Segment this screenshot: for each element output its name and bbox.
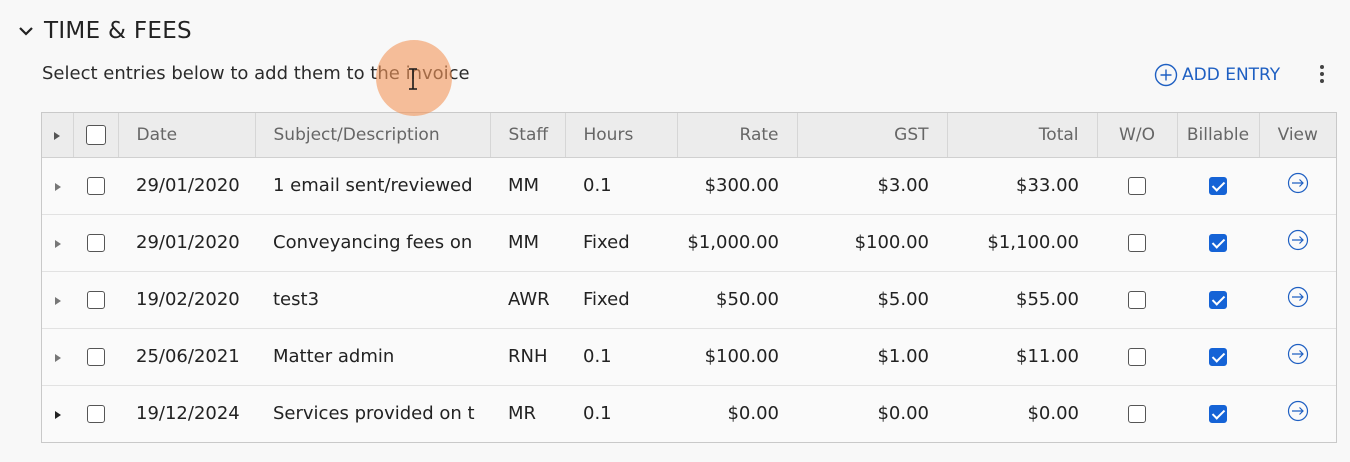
cell-subject: Matter admin: [273, 346, 395, 367]
wo-checkbox[interactable]: [1097, 385, 1177, 442]
section-header[interactable]: TIME & FEES: [18, 18, 192, 44]
col-header-gst[interactable]: GST: [797, 113, 948, 158]
table-row[interactable]: 29/01/2020 1 email sent/reviewed MM 0.1 $300…: [42, 157, 1336, 214]
cell-hours: 0.1: [583, 175, 612, 196]
row-select-checkbox[interactable]: [73, 157, 118, 214]
row-expand-toggle[interactable]: [42, 328, 73, 385]
section-title: TIME & FEES: [44, 18, 192, 44]
cell-gst: $0.00: [877, 403, 929, 425]
expand-all-toggle[interactable]: [42, 113, 74, 158]
caret-right-icon: [54, 411, 61, 420]
view-entry-button[interactable]: [1259, 157, 1336, 214]
wo-checkbox[interactable]: [1097, 271, 1177, 328]
cell-hours: 0.1: [583, 403, 612, 425]
view-entry-button[interactable]: [1259, 328, 1336, 385]
arrow-circle-right-icon: [1286, 228, 1310, 257]
row-select-checkbox[interactable]: [73, 328, 118, 385]
wo-checkbox[interactable]: [1097, 214, 1177, 271]
cell-gst: $5.00: [877, 289, 929, 310]
cell-total: $11.00: [1016, 346, 1079, 367]
wo-checkbox[interactable]: [1097, 328, 1177, 385]
col-header-date[interactable]: Date: [118, 113, 256, 158]
cell-rate: $300.00: [704, 175, 779, 196]
chevron-down-icon[interactable]: [18, 23, 34, 39]
cell-total: $1,100.00: [987, 232, 1079, 253]
row-select-checkbox[interactable]: [73, 385, 118, 442]
billable-checkbox[interactable]: [1177, 157, 1259, 214]
table-row[interactable]: 19/12/2024 Services provided on t MR 0.1 $0.…: [42, 385, 1336, 442]
cell-subject: Services provided on t: [273, 403, 475, 425]
billable-checkbox[interactable]: [1177, 385, 1259, 442]
cell-total: $0.00: [1027, 403, 1079, 425]
table-row[interactable]: 19/02/2020 test3 AWR Fixed $50.00 $5.00 $55.00: [42, 271, 1336, 328]
cell-subject: 1 email sent/reviewed: [273, 175, 473, 196]
add-entry-label: ADD ENTRY: [1182, 65, 1281, 85]
cell-staff: AWR: [508, 289, 550, 310]
view-entry-button[interactable]: [1259, 214, 1336, 271]
row-select-checkbox[interactable]: [73, 214, 118, 271]
cell-date: 29/01/2020: [136, 175, 240, 196]
cell-date: 25/06/2021: [136, 346, 240, 367]
table-row[interactable]: 25/06/2021 Matter admin RNH 0.1 $100.00 $1.00…: [42, 328, 1336, 385]
caret-right-icon: [54, 131, 61, 140]
select-all-checkbox[interactable]: [73, 113, 119, 158]
col-header-subject[interactable]: Subject/Description: [255, 113, 491, 158]
time-fees-table: Date Subject/Description Staff Hours Rat…: [41, 112, 1337, 443]
cell-gst: $1.00: [877, 346, 929, 367]
view-entry-button[interactable]: [1259, 385, 1336, 442]
arrow-circle-right-icon: [1286, 399, 1310, 428]
col-header-hours[interactable]: Hours: [565, 113, 678, 158]
add-entry-button[interactable]: ADD ENTRY: [1154, 63, 1280, 87]
plus-circle-icon: [1154, 63, 1178, 87]
col-header-billable[interactable]: Billable: [1177, 113, 1260, 158]
caret-right-icon: [54, 240, 61, 248]
cell-staff: MM: [508, 232, 540, 253]
wo-checkbox[interactable]: [1097, 157, 1177, 214]
col-header-rate[interactable]: Rate: [677, 113, 798, 158]
caret-right-icon: [54, 297, 61, 305]
row-select-checkbox[interactable]: [73, 271, 118, 328]
cell-total: $55.00: [1016, 289, 1079, 310]
billable-checkbox[interactable]: [1177, 328, 1259, 385]
col-header-view[interactable]: View: [1259, 113, 1336, 158]
view-entry-button[interactable]: [1259, 271, 1336, 328]
billable-checkbox[interactable]: [1177, 271, 1259, 328]
caret-right-icon: [54, 354, 61, 362]
cell-total: $33.00: [1016, 175, 1079, 196]
cell-gst: $3.00: [877, 175, 929, 196]
col-header-wo[interactable]: W/O: [1097, 113, 1178, 158]
arrow-circle-right-icon: [1286, 171, 1310, 200]
cell-hours: 0.1: [583, 346, 612, 367]
cell-date: 19/02/2020: [136, 289, 240, 310]
cell-subject: test3: [273, 289, 320, 310]
cell-rate: $50.00: [716, 289, 779, 310]
cell-subject: Conveyancing fees on: [273, 232, 473, 253]
cell-rate: $1,000.00: [687, 232, 779, 253]
cell-date: 29/01/2020: [136, 232, 240, 253]
row-expand-toggle[interactable]: [42, 271, 73, 328]
billable-checkbox[interactable]: [1177, 214, 1259, 271]
cell-rate: $0.00: [727, 403, 779, 425]
cell-staff: MM: [508, 175, 540, 196]
cell-date: 19/12/2024: [136, 403, 240, 425]
arrow-circle-right-icon: [1286, 342, 1310, 371]
kebab-menu-icon[interactable]: [1312, 62, 1332, 86]
col-header-total[interactable]: Total: [947, 113, 1098, 158]
row-expand-toggle[interactable]: [42, 385, 73, 442]
row-expand-toggle[interactable]: [42, 214, 73, 271]
arrow-circle-right-icon: [1286, 285, 1310, 314]
cell-hours: Fixed: [583, 232, 630, 253]
cell-staff: RNH: [508, 346, 548, 367]
table-row[interactable]: 29/01/2020 Conveyancing fees on MM Fixed $1,…: [42, 214, 1336, 271]
cell-rate: $100.00: [704, 346, 779, 367]
caret-right-icon: [54, 183, 61, 191]
cell-hours: Fixed: [583, 289, 630, 310]
instructions-text: Select entries below to add them to the …: [42, 63, 470, 84]
row-expand-toggle[interactable]: [42, 157, 73, 214]
cell-staff: MR: [508, 403, 537, 425]
cell-gst: $100.00: [854, 232, 929, 253]
col-header-staff[interactable]: Staff: [490, 113, 566, 158]
table-header-row: Date Subject/Description Staff Hours Rat…: [42, 113, 1336, 158]
